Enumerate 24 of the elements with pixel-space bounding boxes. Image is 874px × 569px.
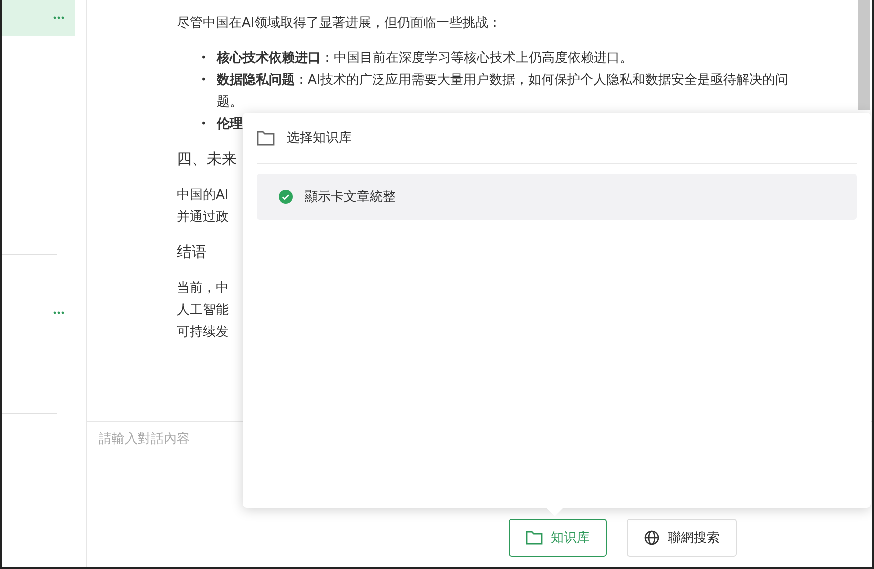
- more-icon[interactable]: [53, 311, 65, 315]
- bullet-text: 数据隐私问题：AI技术的广泛应用需要大量用户数据，如何保护个人隐私和数据安全是亟待解决的问题。: [217, 72, 790, 112]
- toolbar-button[interactable]: 知识库: [509, 519, 607, 557]
- more-icon[interactable]: [53, 16, 65, 20]
- bullet-marker: •: [201, 74, 208, 88]
- popup-title: 选择知识库: [287, 130, 352, 147]
- bullet-text: 核心技术依赖进口：中国目前在深度学习等核心技术上仍高度依赖进口。: [217, 50, 633, 68]
- section-heading: 四、未来: [177, 150, 237, 169]
- bullet-marker: •: [201, 52, 208, 66]
- paragraph: 尽管中国在AI领域取得了显著进展，但仍面临一些挑战：: [177, 15, 503, 32]
- paragraph-line: 人工智能: [177, 303, 229, 318]
- knowledge-base-item[interactable]: 顯示卡文章統整: [257, 174, 857, 220]
- paragraph-line: 中国的AI: [177, 188, 229, 203]
- paragraph-line: 并通过政: [177, 210, 229, 225]
- scrollbar-thumb[interactable]: [858, 0, 870, 110]
- bullet-text: 伦理: [217, 116, 243, 134]
- bullet-marker: •: [201, 118, 208, 132]
- globe-icon: [644, 530, 660, 546]
- section-heading: 结语: [177, 243, 207, 262]
- toolbar-button[interactable]: 聯網搜索: [627, 519, 737, 557]
- paragraph-line: 当前，中: [177, 281, 229, 296]
- folder-icon: [257, 130, 275, 146]
- folder-icon: [526, 531, 543, 545]
- paragraph-line: 可持续发: [177, 325, 229, 340]
